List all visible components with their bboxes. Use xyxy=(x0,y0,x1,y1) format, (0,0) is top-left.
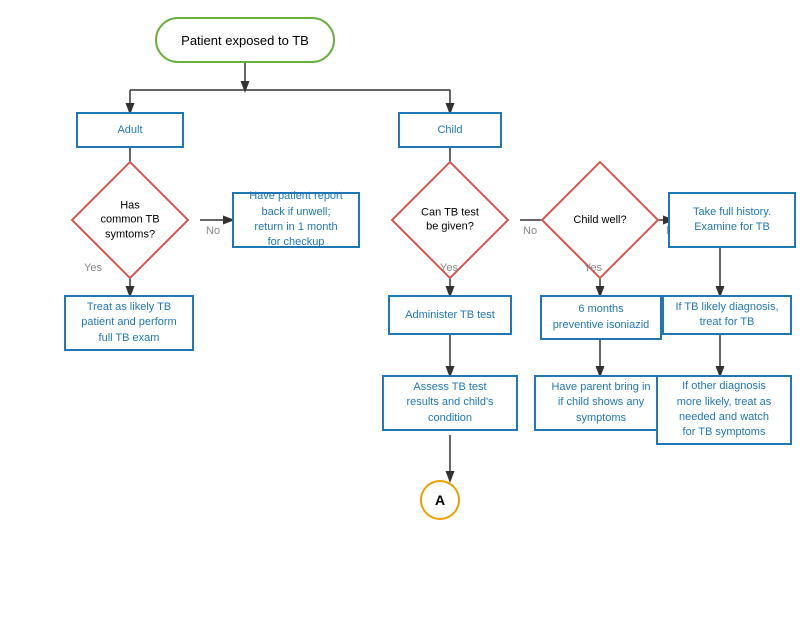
yes-label-symptoms: Yes xyxy=(84,262,102,274)
no-label-symptoms: No xyxy=(206,225,220,237)
full-history-node: Take full history. Examine for TB xyxy=(668,192,796,248)
flowchart-diagram: Patient exposed to TB Adult Child Has co… xyxy=(0,0,800,638)
adult-node: Adult xyxy=(76,112,184,148)
six-months-node: 6 months preventive isoniazid xyxy=(540,295,662,340)
treat-adult-node: Treat as likely TB patient and perform f… xyxy=(64,295,194,351)
report-back-node: Have patient report back if unwell; retu… xyxy=(232,192,360,248)
tb-likely-node: If TB likely diagnosis, treat for TB xyxy=(662,295,792,335)
child-label: Child xyxy=(437,124,462,136)
full-history-label: Take full history. Examine for TB xyxy=(693,205,771,236)
assess-node: Assess TB test results and child's condi… xyxy=(382,375,518,431)
connector-a-label: A xyxy=(435,492,445,508)
six-months-label: 6 months preventive isoniazid xyxy=(553,302,650,333)
other-diagnosis-label: If other diagnosis more likely, treat as… xyxy=(677,379,772,441)
assess-label: Assess TB test results and child's condi… xyxy=(406,380,493,426)
administer-label: Administer TB test xyxy=(405,309,495,321)
can-tb-test-diamond: Can TB test be given? xyxy=(388,178,512,262)
yes-label-child-well: Yes xyxy=(584,262,602,274)
parent-bring-label: Have parent bring in if child shows any … xyxy=(551,380,650,426)
tb-likely-label: If TB likely diagnosis, treat for TB xyxy=(675,300,778,331)
has-symptoms-diamond: Has common TB symtoms? xyxy=(68,178,192,262)
report-back-label: Have patient report back if unwell; retu… xyxy=(249,189,343,251)
parent-bring-node: Have parent bring in if child shows any … xyxy=(534,375,668,431)
child-node: Child xyxy=(398,112,502,148)
other-diagnosis-node: If other diagnosis more likely, treat as… xyxy=(656,375,792,445)
treat-adult-label: Treat as likely TB patient and perform f… xyxy=(81,300,176,346)
administer-node: Administer TB test xyxy=(388,295,512,335)
connector-a-node: A xyxy=(420,480,460,520)
adult-label: Adult xyxy=(117,124,142,136)
yes-label-can-test: Yes xyxy=(440,262,458,274)
start-node: Patient exposed to TB xyxy=(155,17,335,63)
child-well-diamond: Child well? xyxy=(538,178,662,262)
start-label: Patient exposed to TB xyxy=(181,33,309,48)
no-label-can-test: No xyxy=(523,225,537,237)
